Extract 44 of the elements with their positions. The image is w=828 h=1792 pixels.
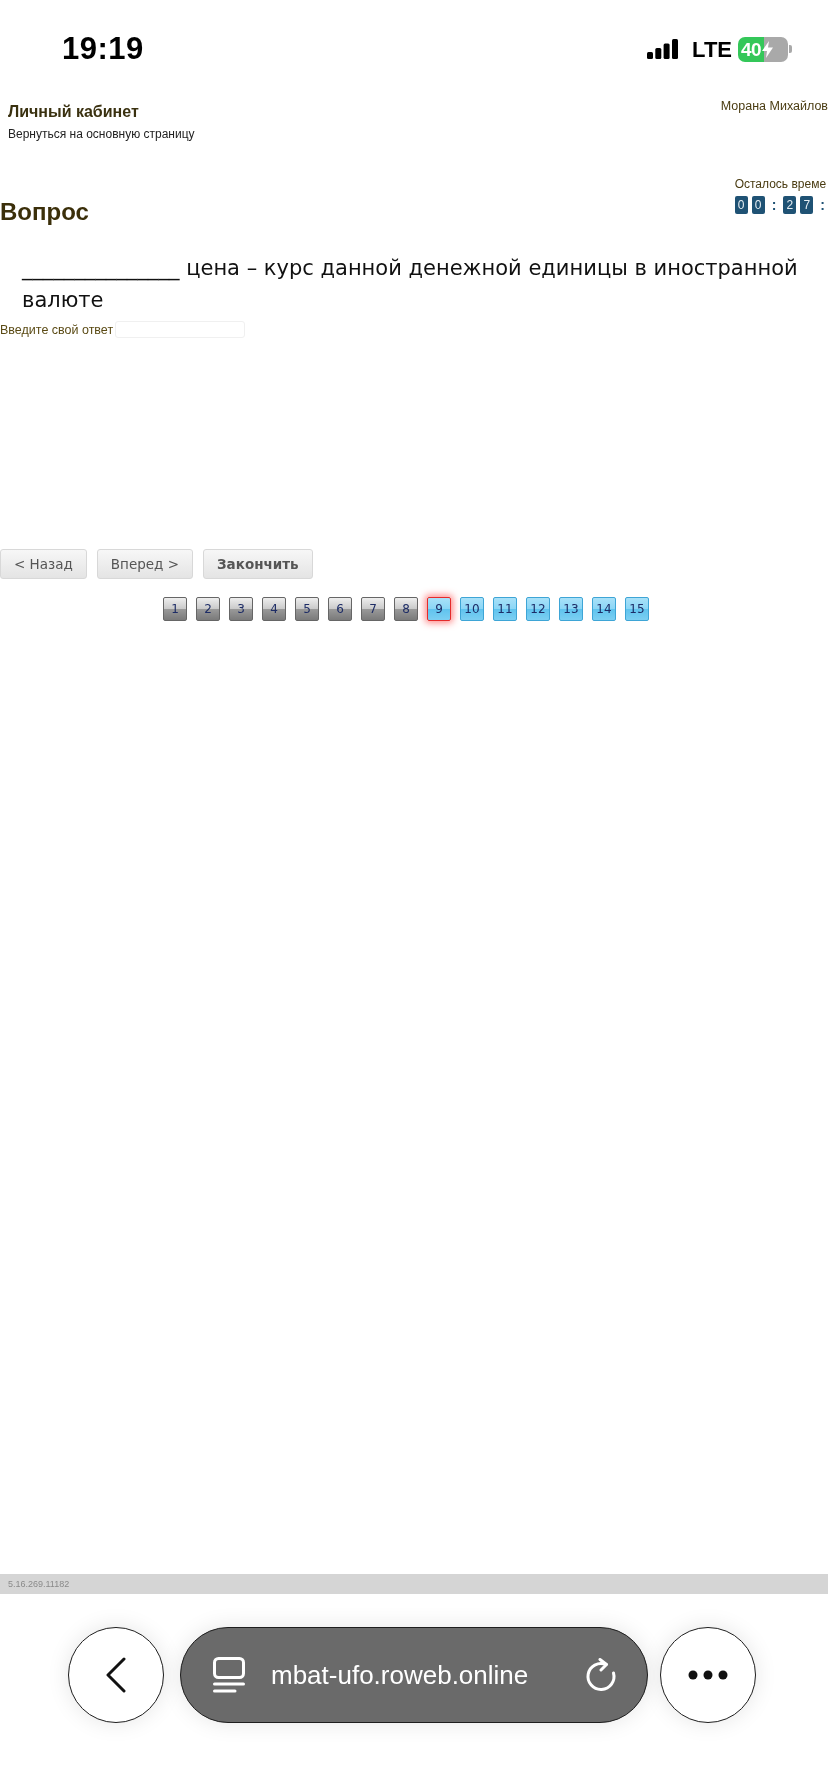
- timer-digit: 7: [800, 196, 814, 214]
- question-number-button[interactable]: 2: [196, 597, 220, 621]
- battery-level: 40: [741, 39, 762, 59]
- chevron-left-icon: [106, 1657, 126, 1693]
- user-name: Морана Михайлов: [720, 98, 828, 114]
- question-number-button[interactable]: 12: [526, 597, 550, 621]
- forward-button[interactable]: Вперед >: [96, 549, 194, 579]
- question-number-button[interactable]: 4: [262, 597, 286, 621]
- question-number-button[interactable]: 8: [394, 597, 418, 621]
- page-title: Личный кабинет: [8, 102, 140, 122]
- tabs-icon: [213, 1657, 245, 1693]
- status-time: 19:19: [62, 29, 144, 68]
- answer-label: Введите свой ответ: [0, 321, 114, 338]
- signal-icon: [647, 39, 679, 59]
- question-number-button[interactable]: 11: [493, 597, 517, 621]
- finish-button[interactable]: Закончить: [203, 549, 313, 579]
- timer-digit: 0: [734, 196, 748, 214]
- question-number-button[interactable]: 6: [328, 597, 352, 621]
- question-number-button[interactable]: 9: [427, 597, 451, 621]
- question-number-button[interactable]: 3: [229, 597, 253, 621]
- timer-digit: 2: [783, 196, 797, 214]
- timer-digit: 0: [751, 196, 765, 214]
- question-number-button[interactable]: 7: [361, 597, 385, 621]
- question-number-button[interactable]: 1: [163, 597, 187, 621]
- timer-separator: :: [770, 196, 778, 214]
- reload-icon[interactable]: [585, 1658, 617, 1692]
- question-number-button[interactable]: 13: [559, 597, 583, 621]
- back-button[interactable]: < Назад: [0, 549, 87, 579]
- version-text: 5.16.269.11182: [8, 1578, 71, 1591]
- question-number-button[interactable]: 5: [295, 597, 319, 621]
- question-heading: Вопрос: [0, 198, 89, 226]
- question-number-button[interactable]: 10: [460, 597, 484, 621]
- timer-label: Осталось време: [734, 176, 828, 192]
- network-type: LTE: [692, 35, 732, 64]
- question-number-button[interactable]: 15: [625, 597, 649, 621]
- address-bar[interactable]: mbat-ufo.roweb.online: [180, 1627, 648, 1723]
- back-to-main-link[interactable]: Вернуться на основную страницу: [8, 126, 195, 142]
- bolt-icon: [762, 40, 774, 58]
- question-number-button[interactable]: 14: [592, 597, 616, 621]
- battery-tip-icon: [789, 45, 792, 53]
- more-icon: [688, 1670, 728, 1680]
- timer-separator: :: [819, 196, 826, 214]
- url-text: mbat-ufo.roweb.online: [271, 1658, 529, 1692]
- question-text: _______________ цена – курс данной денежной единицы в иностранной валюте: [20, 255, 799, 314]
